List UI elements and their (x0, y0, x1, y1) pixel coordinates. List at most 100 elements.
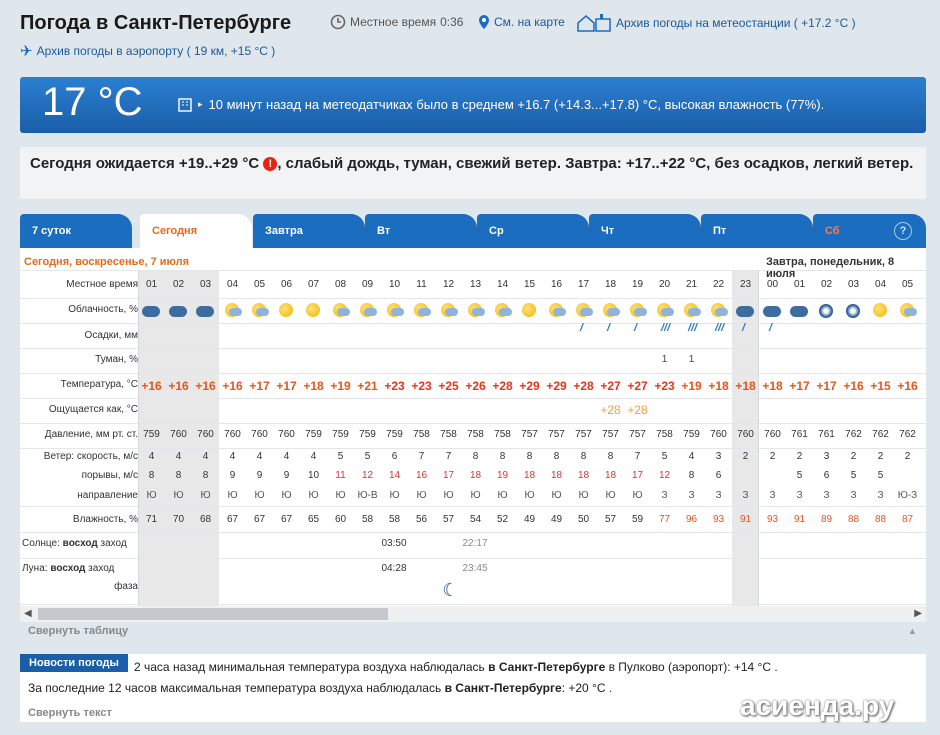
wind-speed-cell: 2 (877, 451, 884, 462)
pressure-cell: 759 (143, 429, 160, 440)
hour-cell: 01 (793, 279, 806, 290)
tab-7-days[interactable]: 7 суток (20, 214, 132, 248)
sunrise-cell: 03:50 (381, 538, 407, 549)
hour-cell: 09 (361, 279, 374, 290)
hour-cell: 22 (712, 279, 725, 290)
row-divider (20, 448, 926, 449)
sun-icon (279, 303, 293, 317)
pressure-cell: 757 (575, 429, 592, 440)
tab-tomorrow[interactable]: Завтра (253, 214, 365, 248)
current-weather-panel: 17 °C ▸ 10 минут назад на метеодатчиках … (20, 77, 926, 133)
rain-icon: / (742, 322, 746, 334)
gust-cell: 17 (442, 470, 455, 481)
gusts-row-label: порывы, м/с (81, 470, 138, 481)
current-message: ▸ 10 минут назад на метеодатчиках было в… (178, 96, 824, 112)
humidity-cell: 71 (145, 514, 158, 525)
gust-cell: 5 (850, 470, 857, 481)
collapse-text-button[interactable]: Свернуть текст (28, 707, 112, 719)
wind-speed-cell: 5 (364, 451, 371, 462)
pressure-cell: 759 (332, 429, 349, 440)
map-link[interactable]: См. на карте (478, 14, 565, 30)
tab-wed[interactable]: Ср (477, 214, 589, 248)
feels-row-label: Ощущается как, °C (48, 404, 138, 415)
pressure-cell: 760 (737, 429, 754, 440)
cloudy-night-icon (169, 306, 187, 317)
alert-icon[interactable]: ! (263, 157, 278, 171)
airplane-icon: ✈ (20, 43, 33, 60)
collapse-table-button[interactable]: Свернуть таблицу (28, 625, 128, 637)
hour-cell: 17 (577, 279, 590, 290)
scroll-right-icon[interactable]: ▶ (914, 608, 922, 619)
table-scrollbar[interactable]: ◀ ▶ (20, 606, 926, 622)
wind-speed-cell: 8 (553, 451, 560, 462)
clouds-row-label: Облачность, % (68, 304, 138, 315)
hour-cell: 23 (739, 279, 752, 290)
clear-night-icon (846, 304, 860, 318)
hour-cell: 03 (847, 279, 860, 290)
fog-cell: 1 (661, 354, 668, 365)
pressure-cell: 758 (413, 429, 430, 440)
tab-tue[interactable]: Вт (365, 214, 477, 248)
time-row-label: Местное время (66, 279, 138, 290)
pressure-cell: 757 (521, 429, 538, 440)
wind-speed-cell: 2 (742, 451, 749, 462)
moonrise-cell: 04:28 (381, 563, 407, 574)
cloud-icon (607, 308, 620, 316)
humidity-cell: 50 (577, 514, 590, 525)
sun-icon (522, 303, 536, 317)
tomorrow-label: Завтра, понедельник, 8 июля (766, 256, 895, 280)
pressure-cell: 760 (278, 429, 295, 440)
wind-speed-cell: 7 (634, 451, 641, 462)
day-tabs: 7 суток Сегодня Завтра Вт Ср Чт Пт Сб? (20, 214, 926, 248)
wind-speed-cell: 7 (418, 451, 425, 462)
tab-sat[interactable]: Сб? (813, 214, 926, 248)
airport-archive-link[interactable]: ✈ Архив погоды в аэропорту ( 19 км, +15 … (20, 42, 275, 60)
pressure-cell: 757 (629, 429, 646, 440)
gust-cell: 6 (715, 470, 722, 481)
gust-cell: 18 (604, 470, 617, 481)
humidity-cell: 54 (469, 514, 482, 525)
tab-today[interactable]: Сегодня (140, 214, 252, 248)
pressure-cell: 761 (791, 429, 808, 440)
building-icon (178, 98, 192, 112)
sunset-cell: 22:17 (462, 538, 488, 549)
gust-cell: 8 (148, 470, 155, 481)
help-icon[interactable]: ? (894, 222, 912, 240)
humidity-cell: 77 (658, 514, 671, 525)
tab-thu[interactable]: Чт (589, 214, 701, 248)
wind-speed-cell: 2 (850, 451, 857, 462)
humidity-cell: 93 (766, 514, 779, 525)
scroll-thumb[interactable] (38, 608, 388, 620)
temp-cell: +16 (897, 379, 918, 393)
house-icon (577, 14, 611, 32)
sun-icon (873, 303, 887, 317)
cloudy-night-icon (736, 306, 754, 317)
gust-cell: 19 (496, 470, 509, 481)
pressure-cell: 760 (251, 429, 268, 440)
current-temp: 17 °C (42, 80, 143, 124)
hour-cell: 02 (172, 279, 185, 290)
pressure-cell: 762 (845, 429, 862, 440)
rain-icon: / (580, 322, 584, 334)
humidity-cell: 67 (280, 514, 293, 525)
gust-cell: 11 (335, 470, 346, 481)
chevron-up-icon[interactable]: ▲ (908, 626, 917, 636)
hour-cell: 11 (416, 279, 427, 290)
news-tag: Новости погоды (20, 654, 128, 672)
tab-fri[interactable]: Пт (701, 214, 813, 248)
cloudy-night-icon (142, 306, 160, 317)
humidity-cell: 49 (523, 514, 536, 525)
row-divider (20, 270, 926, 271)
station-archive-link[interactable]: Архив погоды на метеостанции ( +17.2 °C … (576, 13, 856, 33)
gust-cell: 8 (175, 470, 182, 481)
page-title: Погода в Санкт-Петербурге (20, 12, 292, 34)
hour-cell: 10 (388, 279, 401, 290)
scroll-left-icon[interactable]: ◀ (24, 608, 32, 619)
row-divider (20, 373, 926, 374)
gust-cell: 8 (202, 470, 209, 481)
humidity-cell: 88 (847, 514, 860, 525)
pressure-cell: 757 (602, 429, 619, 440)
humidity-cell: 93 (712, 514, 725, 525)
hour-cell: 13 (469, 279, 482, 290)
hour-cell: 21 (685, 279, 698, 290)
